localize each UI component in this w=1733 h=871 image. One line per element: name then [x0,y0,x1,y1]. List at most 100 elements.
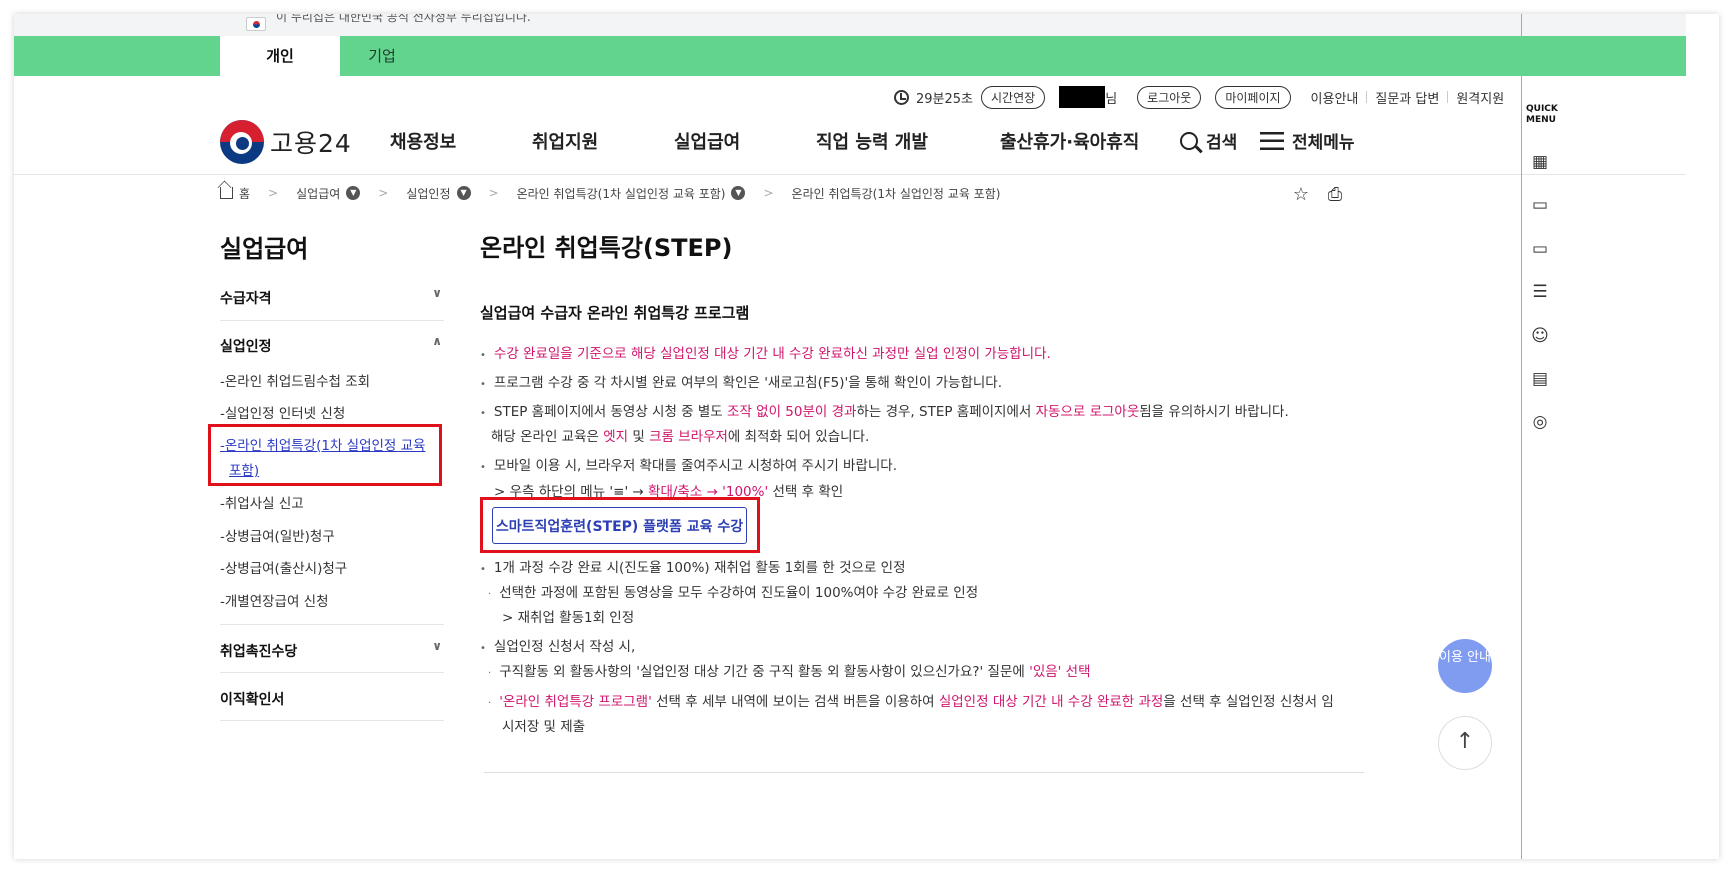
sidebar-sub-sickness-general[interactable]: -상병급여(일반)청구 [220,525,335,545]
gnb-jobs[interactable]: 채용정보 [390,128,456,154]
bullet-refresh: • 프로그램 수강 중 각 차시별 완료 여부의 확인은 '새로고침(F5)'을 … [480,375,1002,391]
annotation-highlight-sidebar [208,424,442,486]
smile-icon[interactable]: ☺ [1529,325,1551,347]
sidebar-item-eligibility[interactable]: 수급자격 ∨ [220,286,444,308]
gov-notice-bar: 이 누리집은 대한민국 공식 전자정부 누리집입니다. [14,14,1686,36]
divider [220,320,444,321]
chevron-right-icon: > [763,186,774,200]
page-title: 온라인 취업특강(STEP) [480,234,733,262]
activity-credit-note: > 재취업 활동1회 인정 [502,610,635,626]
help-guide-button[interactable]: 이용 안내 [1438,639,1492,693]
breadcrumb: 홈 > 실업급여 ▼ > 실업인정 ▼ > 온라인 취업특강(1차 실업인정 교… [220,184,1000,202]
logout-button[interactable]: 로그아웃 [1137,85,1202,109]
search-button[interactable]: 검색 [1180,128,1237,153]
user-type-tabs: 개인 기업 [14,36,1686,76]
chevron-right-icon: > [268,186,279,200]
coins-icon[interactable]: ◎ [1529,411,1551,433]
user-suffix: 님 [1105,91,1118,107]
building-icon[interactable]: ▦ [1529,151,1551,173]
gnb-unemployment-benefit[interactable]: 실업급여 [674,128,740,154]
quick-menu-title: QUICK MENU [1526,104,1558,125]
star-icon[interactable]: ☆ [1290,184,1312,206]
all-menu-button[interactable]: 전체메뉴 [1260,128,1355,153]
sidebar-sub-employment-report[interactable]: -취업사실 신고 [220,492,304,512]
chevron-down-icon[interactable]: ▼ [731,186,746,200]
application-step-2: · '온라인 취업특강 프로그램' 선택 후 세부 내역에 보이는 검색 버튼을 … [488,694,1334,710]
sidebar-sub-internet-apply[interactable]: -실업인정 인터넷 신청 [220,402,345,422]
taeguk-logo-icon [220,120,264,164]
divider [1447,91,1449,103]
divider [220,720,444,721]
sidebar-sub-dream-book[interactable]: -온라인 취업드림수첩 조회 [220,370,370,390]
breadcrumb-unemployment-benefit[interactable]: 실업급여 [296,185,340,202]
sidebar-title: 실업급여 [220,235,309,263]
korea-flag-icon [246,17,266,31]
site-logo[interactable]: 고용24 [220,120,352,164]
gnb-vocational-training[interactable]: 직업 능력 개발 [816,128,928,154]
divider [220,672,444,673]
sidebar-item-separation-confirm[interactable]: 이직확인서 [220,689,444,709]
chevron-down-icon[interactable]: ▼ [346,186,361,200]
sidebar-item-label: 수급자격 [220,291,272,307]
application-step-1: · 구직활동 외 활동사항의 '실업인정 대상 기간 중 구직 활동 외 활동사항… [488,664,1091,680]
sidebar-item-label: 취업촉진수당 [220,644,298,660]
checklist-icon[interactable]: ☰ [1529,281,1551,303]
extend-session-button[interactable]: 시간연장 [981,85,1046,109]
chevron-down-icon[interactable]: ▼ [456,186,471,200]
monitor-icon[interactable]: ▭ [1529,238,1551,260]
sidebar-item-recognition[interactable]: 실업인정 ∧ [220,334,444,356]
session-timer: 29분25초 [916,91,974,107]
print-icon[interactable]: ⎙ [1324,184,1346,206]
page-tools: ☆ ⎙ [1290,184,1346,206]
divider [220,624,444,625]
clock-icon [894,89,909,105]
scroll-top-button[interactable]: ↑ [1438,716,1492,770]
chat-icon[interactable]: ▭ [1529,194,1551,216]
all-menu-label: 전체메뉴 [1292,133,1355,153]
progress-rule: · 선택한 과정에 포함된 동영상을 모두 수강하여 진도율이 100%여야 수강… [488,585,979,601]
browser-viewport: 이 누리집은 대한민국 공식 전자정부 누리집입니다. 개인 기업 29분25초… [14,14,1719,859]
chevron-down-icon: ∨ [432,286,442,300]
chevron-up-icon: ∧ [432,334,442,348]
breadcrumb-current: 온라인 취업특강(1차 실업인정 교육 포함) [791,186,1001,201]
gnb-employment-support[interactable]: 취업지원 [532,128,598,154]
content-divider [484,772,1364,773]
sidebar-item-promotion-allowance[interactable]: 취업촉진수당 ∨ [220,639,444,661]
redacted-username [1059,86,1106,108]
application-step-2-cont: 시저장 및 제출 [502,719,586,735]
sidebar-sub-sickness-childbirth[interactable]: -상병급여(출산시)청구 [220,557,347,577]
bullet-completion-rule: • 수강 완료일을 기준으로 해당 실업인정 대상 기간 내 수강 완료하신 과정… [480,346,1051,362]
utility-bar: 29분25초 시간연장 님 로그아웃 마이페이지 이용안내 질문과 답변 원격지… [894,84,1504,110]
guide-link[interactable]: 이용안내 [1311,88,1359,107]
sidebar-item-label: 실업인정 [220,339,272,355]
sidebar-item-label: 이직확인서 [220,692,285,708]
mypage-button[interactable]: 마이페이지 [1215,85,1291,109]
divider [1366,91,1368,103]
gov-notice-text: 이 누리집은 대한민국 공식 전자정부 누리집입니다. [276,14,531,24]
chevron-down-icon: ∨ [432,639,442,653]
annotation-highlight-button [480,497,760,553]
breadcrumb-unemployment-recognition[interactable]: 실업인정 [406,185,450,202]
bullet-application: • 실업인정 신청서 작성 시, [480,639,636,655]
browser-note: 해당 온라인 교육은 엣지 및 크롬 브라우저에 최적화 되어 있습니다. [491,429,870,445]
search-icon [1180,131,1198,150]
search-label: 검색 [1206,133,1238,153]
breadcrumb-online-lecture[interactable]: 온라인 취업특강(1차 실업인정 교육 포함) [517,185,726,202]
remote-support-link[interactable]: 원격지원 [1456,88,1504,107]
qna-link[interactable]: 질문과 답변 [1375,88,1439,107]
home-icon [220,187,233,199]
quick-menu-border [1521,14,1522,859]
chevron-right-icon: > [488,186,499,200]
breadcrumb-home[interactable]: 홈 [239,185,250,202]
bullet-activity-credit: • 1개 과정 수강 완료 시(진도율 100%) 재취업 활동 1회를 한 것으… [480,560,906,576]
header-divider [14,174,1686,175]
bullet-mobile: • 모바일 이용 시, 브라우저 확대를 줄여주시고 시청하여 주시기 바랍니다. [480,458,897,474]
calculator-icon[interactable]: ▤ [1529,368,1551,390]
chevron-right-icon: > [378,186,389,200]
tab-business[interactable]: 기업 [322,36,442,76]
bullet-auto-logout: • STEP 홈페이지에서 동영상 시청 중 별도 조작 없이 50분이 경과하는… [480,404,1289,420]
sidebar-sub-extension[interactable]: -개별연장급여 신청 [220,590,329,610]
section-subtitle: 실업급여 수급자 온라인 취업특강 프로그램 [480,304,750,322]
gnb-maternity-leave[interactable]: 출산휴가·육아휴직 [1000,128,1139,154]
hamburger-icon [1260,131,1284,150]
